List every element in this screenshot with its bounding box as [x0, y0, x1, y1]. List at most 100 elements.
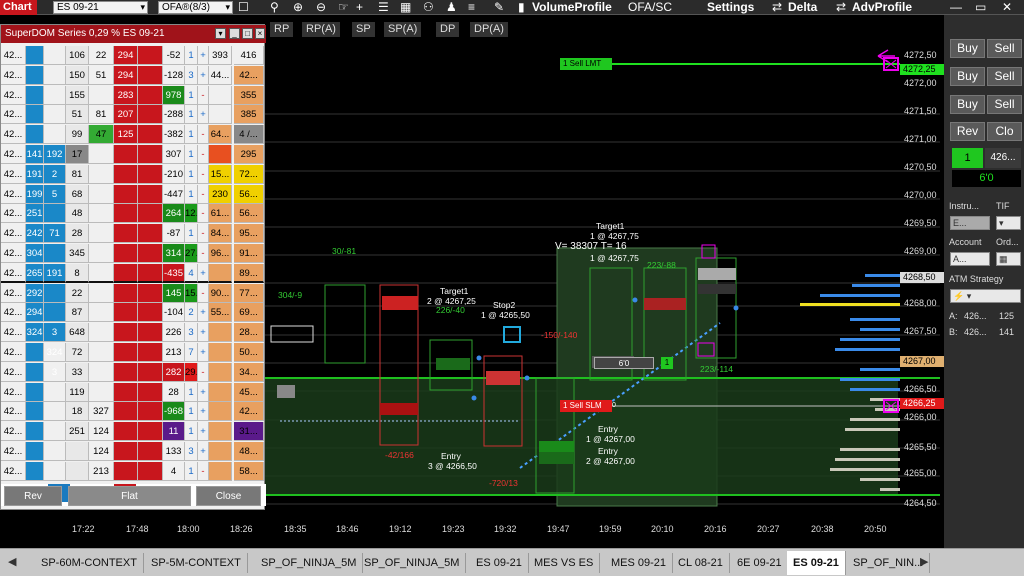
reverse-button[interactable]: Rev	[950, 122, 985, 141]
dom-sell[interactable]	[89, 323, 114, 343]
strategies-icon[interactable]: ♟	[446, 0, 457, 15]
dom-bid[interactable]: 3	[44, 362, 66, 382]
dom-sell-bar2[interactable]	[138, 85, 163, 105]
dom-bid[interactable]: 191	[44, 263, 66, 283]
superdom-maximize-icon[interactable]: □	[242, 28, 253, 39]
dom-sell[interactable]	[89, 204, 114, 224]
dom-buy-bar[interactable]: 294	[26, 303, 44, 323]
volume-profile-icon[interactable]: ▮	[518, 0, 525, 15]
dom-buy-bar[interactable]	[26, 85, 44, 105]
dom-sell[interactable]: 213	[89, 461, 114, 481]
dom-sell[interactable]	[89, 382, 114, 402]
dom-sell-bar[interactable]	[114, 461, 138, 481]
dom-sell-bar[interactable]: 125	[114, 125, 138, 145]
flat-button[interactable]: Flat	[68, 486, 191, 506]
superdom-close-icon[interactable]: ×	[255, 28, 265, 39]
dom-buy-bar[interactable]	[26, 105, 44, 125]
dom-buy-bar[interactable]	[26, 382, 44, 402]
tab-scroll-right-icon[interactable]: ▶	[920, 555, 928, 568]
close-window-icon[interactable]: ✕	[1002, 0, 1012, 15]
dom-sell-bar[interactable]	[114, 422, 138, 442]
atm-strategy-select[interactable]: ⚡ ▾	[950, 289, 1021, 303]
superdom-minimize-icon[interactable]: _	[229, 28, 240, 39]
dom-sell-bar2[interactable]	[138, 382, 163, 402]
dom-sell[interactable]: 47	[89, 125, 114, 145]
dom-buy-bar[interactable]: 141	[26, 145, 44, 164]
dom-sell[interactable]: 124	[89, 442, 114, 461]
chart-tab[interactable]: SP-5M-CONTEXT	[145, 553, 248, 573]
instrument-select[interactable]: E...	[950, 216, 990, 230]
buy-button[interactable]: Buy	[950, 39, 985, 58]
dom-buy-bar[interactable]: 251	[26, 204, 44, 224]
dom-sell-bar[interactable]: 294	[114, 46, 138, 65]
dom-sell-bar[interactable]: 207	[114, 105, 138, 125]
dom-buy-bar[interactable]: 191	[26, 164, 44, 184]
chart-tab[interactable]: ES 09-21	[787, 551, 846, 575]
dom-sell[interactable]	[89, 263, 114, 283]
dom-sell-bar[interactable]	[114, 442, 138, 461]
delta-button[interactable]: Delta	[788, 0, 817, 15]
dom-bid[interactable]	[44, 402, 66, 422]
account-select[interactable]: A...	[950, 252, 990, 266]
dom-sell-bar[interactable]	[114, 145, 138, 164]
dom-bid[interactable]: 5	[44, 184, 66, 204]
dom-bid[interactable]	[44, 244, 66, 263]
dom-sell[interactable]	[89, 224, 114, 244]
dom-bid[interactable]	[44, 204, 66, 224]
template-selector[interactable]: OFA®(8/3)	[158, 1, 233, 14]
dom-sell[interactable]	[89, 283, 114, 303]
dom-sell-bar2[interactable]	[138, 303, 163, 323]
position-pnl-tag[interactable]: 6'0	[594, 357, 654, 369]
chart-tab[interactable]: SP_OF_NINJA_5M	[358, 553, 467, 573]
volume-profile-button[interactable]: VolumeProfile	[532, 0, 612, 15]
sell-button[interactable]: Sell	[987, 39, 1022, 58]
buy-button-3[interactable]: Buy	[950, 95, 985, 114]
sp-a-button[interactable]: SP(A)	[384, 22, 422, 37]
dom-buy-bar[interactable]: 324	[26, 323, 44, 343]
dom-sell-bar[interactable]	[114, 164, 138, 184]
dom-bid[interactable]	[44, 382, 66, 402]
close-button[interactable]: Close	[196, 486, 261, 506]
dom-sell[interactable]	[89, 343, 114, 362]
dom-sell-bar[interactable]	[114, 204, 138, 224]
dom-sell-bar[interactable]	[114, 244, 138, 263]
dom-buy-bar[interactable]: 265	[26, 263, 44, 283]
dom-sell[interactable]: 51	[89, 65, 114, 85]
pencil-icon[interactable]: ✎	[494, 0, 504, 15]
buy-button-2[interactable]: Buy	[950, 67, 985, 86]
data-box-icon[interactable]: ▦	[400, 0, 411, 15]
rev-button[interactable]: Rev	[4, 486, 62, 506]
dom-sell-bar2[interactable]	[138, 204, 163, 224]
lines-icon[interactable]: ≡	[468, 0, 475, 15]
dom-sell[interactable]	[89, 145, 114, 164]
dom-sell[interactable]: 81	[89, 105, 114, 125]
dom-sell[interactable]: 327	[89, 402, 114, 422]
rp-button[interactable]: RP	[270, 22, 294, 37]
dom-buy-bar[interactable]	[26, 46, 44, 65]
dom-bid[interactable]: 71	[44, 224, 66, 244]
indicators-icon[interactable]: ⚇	[423, 0, 434, 15]
calendar-icon[interactable]: ▦	[996, 252, 1021, 266]
dom-sell-bar2[interactable]	[138, 65, 163, 85]
zoom-in-icon[interactable]: ⊕	[293, 0, 303, 15]
search-icon[interactable]: ⚲	[270, 0, 279, 15]
dom-bid[interactable]	[44, 283, 66, 303]
dom-bid[interactable]	[44, 442, 66, 461]
chart-tab[interactable]: 6E 09-21	[731, 553, 789, 573]
dom-sell-bar[interactable]: 283	[114, 85, 138, 105]
dom-bid[interactable]	[44, 65, 66, 85]
superdom-ladder[interactable]: 42... 106 22 294 -52 1 +393 416 42... 150 51 294 -12…	[1, 46, 266, 482]
sp-button[interactable]: SP	[352, 22, 375, 37]
dom-sell-bar2[interactable]	[138, 145, 163, 164]
dom-sell-bar2[interactable]	[138, 323, 163, 343]
sell-slm-order-tag[interactable]: 1 Sell SLM	[560, 400, 612, 412]
dp-a-button[interactable]: DP(A)	[470, 22, 508, 37]
dom-buy-bar[interactable]: 304	[26, 244, 44, 263]
dom-sell[interactable]	[89, 164, 114, 184]
dom-sell-bar2[interactable]	[138, 343, 163, 362]
dom-sell[interactable]: 22	[89, 46, 114, 65]
dom-bid[interactable]	[44, 85, 66, 105]
dom-sell[interactable]	[89, 184, 114, 204]
dom-bid[interactable]	[44, 422, 66, 442]
dom-bid[interactable]	[44, 125, 66, 145]
